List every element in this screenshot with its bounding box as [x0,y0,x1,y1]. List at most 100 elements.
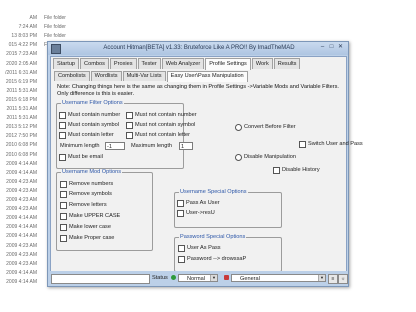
group-title: Password Special Options [179,234,247,241]
tab-startup[interactable]: Startup [53,58,80,69]
chevron-down-icon: ▼ [210,275,217,281]
tab-profile-settings[interactable]: Profile Settings [205,58,251,70]
row-date: 2015 6:18 PM [5,96,37,103]
tab-tester[interactable]: Tester [137,58,161,69]
status-select[interactable]: Normal ▼ [178,274,218,282]
tab-work[interactable]: Work [251,58,273,69]
row-date: 2009 4:23 AM [6,251,37,258]
remove-numbers-checkbox[interactable]: Remove numbers [60,181,113,188]
window-title: Account Hitman[BETA] v1.33: Bruteforce L… [103,45,295,51]
row-date: 2010 6:08 PM [5,142,37,149]
row-date: 2011 5:31 AM [6,106,38,112]
row-date: 2009 4:14 AM [6,169,37,176]
tab-combos[interactable]: Combos [80,58,109,69]
row-date: 2009 4:23 AM [6,197,37,203]
group-title: Username Filter Options [61,100,124,107]
category-select[interactable]: General ▼ [231,274,326,282]
remove-letters-checkbox[interactable]: Remove letters [60,202,107,209]
status-bar: Status Normal ▼ General ▼ ≡ ☼ [48,271,348,286]
tab-web-analyzer[interactable]: Web Analyzer [161,58,205,69]
max-length-label: Maximum length [131,143,173,149]
user-as-pass-checkbox[interactable]: User As Pass [178,245,221,252]
make-upper-case-checkbox[interactable]: Make UPPER CASE [60,213,120,220]
password-reverse-checkbox[interactable]: Password --> drowssaP [178,256,246,263]
row-date: AM [29,15,38,21]
tab-easy-user-pass[interactable]: Easy User\Pass Manipulation [166,71,248,82]
row-date: 2012 7:50 PM [5,133,37,140]
close-icon[interactable]: ✕ [337,44,344,51]
main-panel: Startup Combos Proxies Tester Web Analyz… [50,56,363,272]
row-date: 2009 4:14 AM [6,160,37,167]
switch-user-pass-checkbox[interactable]: Switch User and Pass [299,141,363,148]
password-special-group: Password Special Options [174,234,282,272]
disable-manipulation-checkbox[interactable]: Disable Manipulation [235,154,296,161]
row-date: 2009 4:14 AM [6,233,37,240]
chevron-down-icon: ▼ [318,275,325,281]
group-title: Username Mod Options [61,169,123,176]
row-date: 2015 6:19 PM [5,78,37,85]
must-not-contain-number-checkbox[interactable]: Must not contain number [126,112,197,119]
tab-proxies[interactable]: Proxies [109,58,137,69]
row-date: 2011 5:31 AM [6,87,38,94]
group-title: Username Special Options [179,189,248,196]
must-not-contain-symbol-checkbox[interactable]: Must not contain symbol [126,122,195,129]
make-lower-case-checkbox[interactable]: Make lower case [60,224,111,231]
background-list-row: 7:24 AM File folder [0,23,80,31]
main-tab-strip: Startup Combos Proxies Tester Web Analyz… [53,58,301,70]
app-icon [51,44,61,54]
row-date: 7:24 AM [18,24,37,31]
row-date: 2009 4:23 AM [6,178,37,185]
row-date: 2009 4:23 AM [6,206,37,213]
background-list-row: AM File folder [0,14,80,22]
must-contain-number-checkbox[interactable]: Must contain number [59,112,120,119]
min-length-input[interactable]: -1 [105,142,125,150]
row-date: 2015 7:23 AM [6,51,37,58]
row-date: 2020 2:05 AM [6,60,37,67]
make-proper-case-checkbox[interactable]: Make Proper case [60,235,114,242]
tab-wordlists[interactable]: Wordlists [90,71,122,81]
row-date: 2009 4:14 AM [6,269,37,276]
min-length-label: Minimum length [60,143,100,149]
row-type: File folder [44,33,66,40]
app-window: Account Hitman[BETA] v1.33: Bruteforce L… [47,41,363,287]
row-date: 2009 4:14 AM [6,215,37,222]
row-type: File folder [44,15,66,21]
tab-multi-var-lists[interactable]: Multi-Var Lists [122,71,166,81]
log-field[interactable] [51,274,150,284]
user-reverse-checkbox[interactable]: User->resU [177,210,215,217]
settings-icon[interactable]: ≡ [328,274,338,284]
tab-results[interactable]: Results [273,58,301,69]
row-date: 2009 4:14 AM [6,224,37,231]
convert-before-filter-checkbox[interactable]: Convert Before Filter [235,124,296,131]
max-length-input[interactable]: 1 [179,142,193,150]
sub-tab-strip: Combolists Wordlists Multi-Var Lists Eas… [54,71,249,82]
must-not-contain-letter-checkbox[interactable]: Must not contain letter [126,132,190,139]
remove-symbols-checkbox[interactable]: Remove symbols [60,191,112,198]
row-type: File folder [44,24,66,31]
title-bar[interactable]: Account Hitman[BETA] v1.33: Bruteforce L… [48,42,348,55]
category-icon [224,275,229,280]
tab-combolists[interactable]: Combolists [54,71,90,81]
row-date: 2009 4:14 AM [6,278,37,285]
row-date: 2009 4:23 AM [6,242,37,249]
must-contain-letter-checkbox[interactable]: Must contain letter [59,132,114,139]
row-date: 2009 4:23 AM [6,187,37,194]
must-contain-symbol-checkbox[interactable]: Must contain symbol [59,122,119,129]
background-list-row: 13 8:03 PM File folder [0,32,80,40]
row-date: 2009 4:23 AM [6,260,37,267]
row-date: /2011 6:31 AM [5,69,37,76]
pass-as-user-checkbox[interactable]: Pass As User [177,200,220,207]
status-label: Status [152,275,168,281]
row-date: 2011 5:31 AM [6,115,38,122]
minimize-icon[interactable]: – [319,44,326,51]
row-date: 2013 5:12 PM [5,124,37,131]
row-date: 2010 6:08 PM [5,151,37,158]
sun-icon[interactable]: ☼ [338,274,348,284]
disable-history-checkbox[interactable]: Disable History [273,167,320,174]
must-be-email-checkbox[interactable]: Must be email [59,154,103,161]
status-icon [171,275,176,280]
maximize-icon[interactable]: □ [328,44,335,51]
info-note: Note: Changing things here is the same a… [57,84,339,97]
row-date: 13 8:03 PM [11,33,37,40]
row-date: 015 4:22 PM [8,42,37,49]
